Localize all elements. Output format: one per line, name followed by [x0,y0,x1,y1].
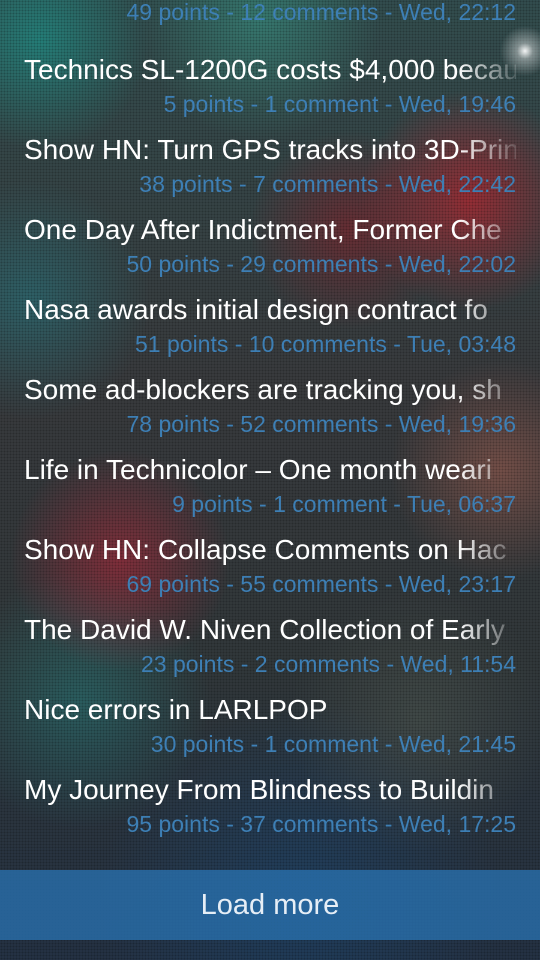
story-item[interactable]: Technics SL-1200G costs $4,000 becau 5 p… [0,46,540,126]
story-meta: 23 points - 2 comments - Wed, 11:54 [141,651,516,677]
story-title: One Day After Indictment, Former Che [24,214,502,245]
story-item[interactable]: My Journey From Blindness to Buildin 95 … [0,766,540,846]
story-title: Some ad-blockers are tracking you, sh [24,374,502,405]
story-item[interactable]: The David W. Niven Collection of Early 2… [0,606,540,686]
story-title: Show HN: Collapse Comments on Hac [24,534,507,565]
story-title: Technics SL-1200G costs $4,000 becau [24,54,516,85]
story-meta: 38 points - 7 comments - Wed, 22:42 [139,171,516,197]
story-meta: 30 points - 1 comment - Wed, 21:45 [150,731,516,757]
story-item[interactable]: Show HN: Collapse Comments on Hac 69 poi… [0,526,540,606]
story-item[interactable]: Some ad-blockers are tracking you, sh 78… [0,366,540,446]
story-title: Show HN: Turn GPS tracks into 3D-Prin [24,134,516,165]
story-meta: 69 points - 55 comments - Wed, 23:17 [126,571,517,597]
load-more-button[interactable]: Load more [0,870,540,940]
story-meta: 5 points - 1 comment - Wed, 19:46 [163,91,516,117]
story-meta: 78 points - 52 comments - Wed, 19:36 [126,411,517,437]
story-item[interactable]: Life in Technicolor – One month weari 9 … [0,446,540,526]
story-title: The David W. Niven Collection of Early [24,614,505,645]
story-meta: 95 points - 37 comments - Wed, 17:25 [126,811,517,837]
story-item[interactable]: Nice errors in LARLPOP 30 points - 1 com… [0,686,540,766]
story-meta: 51 points - 10 comments - Tue, 03:48 [135,331,516,357]
story-title: Nice errors in LARLPOP [24,694,328,725]
story-meta: 49 points - 12 comments - Wed, 22:12 [126,0,517,25]
story-title: Life in Technicolor – One month weari [24,454,492,485]
story-meta: 50 points - 29 comments - Wed, 22:02 [126,251,517,277]
story-title: Nasa awards initial design contract fo [24,294,488,325]
story-item[interactable]: Show HN: Turn GPS tracks into 3D-Prin 38… [0,126,540,206]
story-item[interactable]: Nasa awards initial design contract fo 5… [0,286,540,366]
story-title: My Journey From Blindness to Buildin [24,774,494,805]
story-item[interactable]: One Day After Indictment, Former Che 50 … [0,206,540,286]
story-meta: 9 points - 1 comment - Tue, 06:37 [172,491,516,517]
